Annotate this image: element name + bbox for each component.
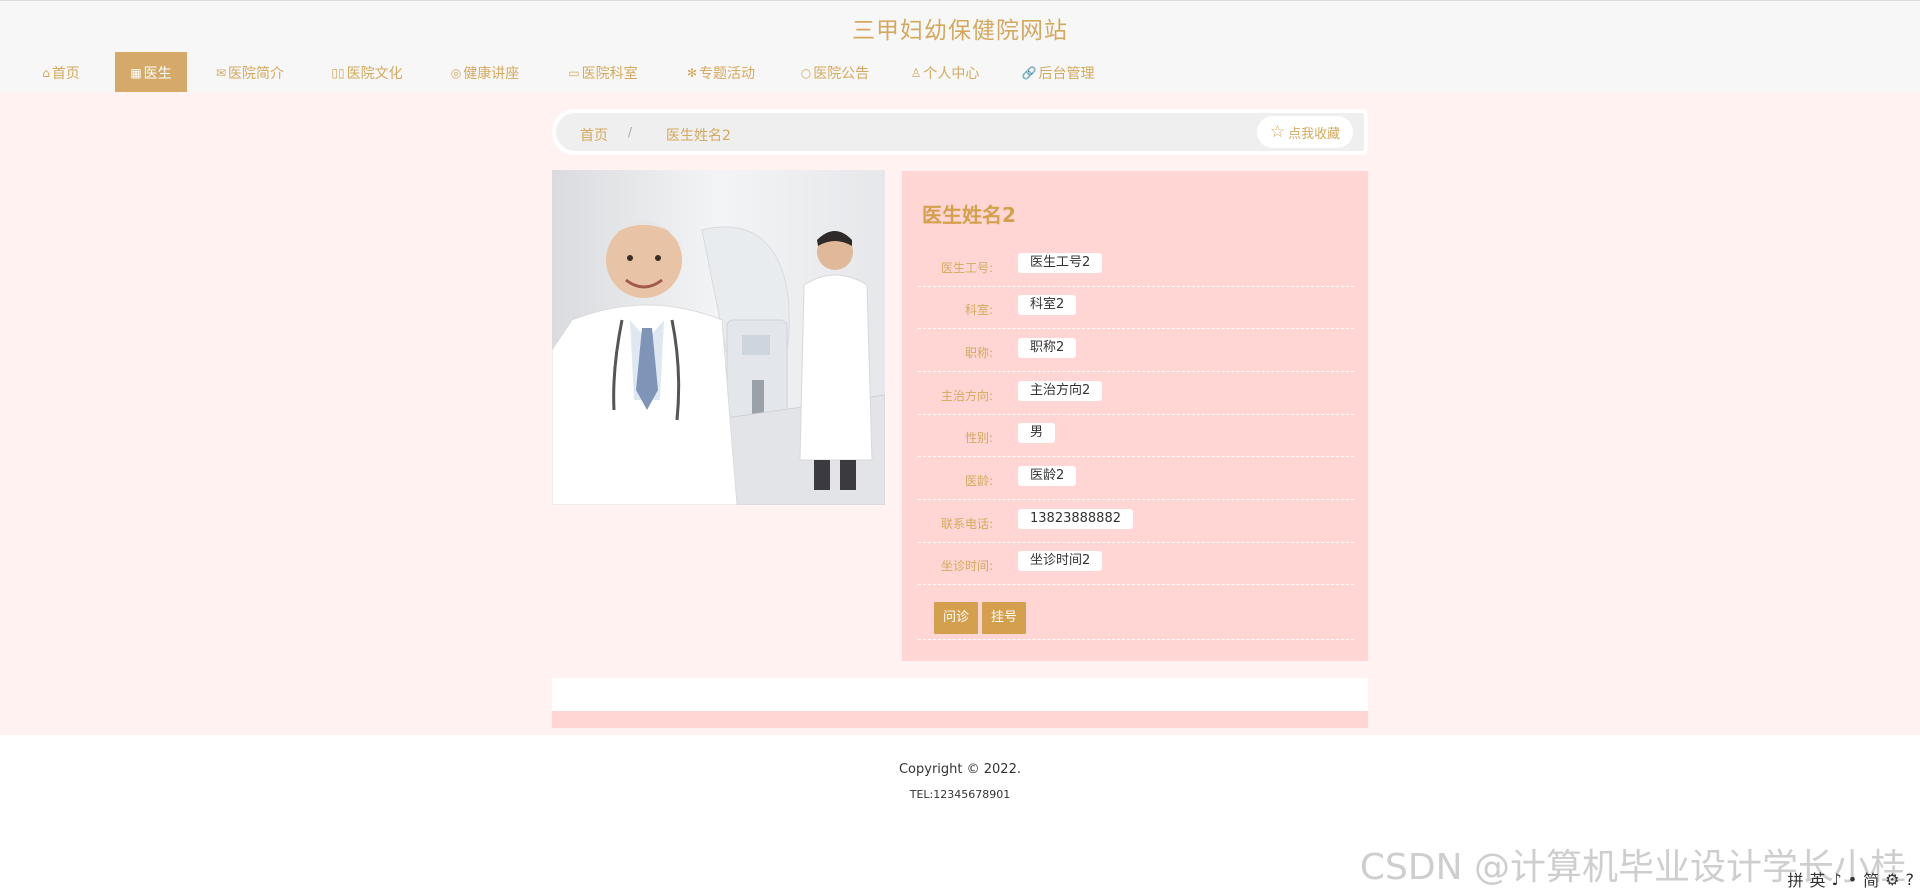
field-value: 医龄2	[1018, 466, 1077, 486]
nav-label: 健康讲座	[463, 66, 520, 82]
nav-label: 个人中心	[923, 66, 980, 82]
field-label: 联系电话:	[940, 517, 993, 531]
main-nav: ⌂ 首页 ▦ 医生 ✉ 医院简介 ▯▯ 医院文化 ◎ 健康讲座 ▭ 医院科室 ✻ 专题活动 ○…	[24, 52, 1103, 94]
footer-tel: TEL:12345678901	[909, 788, 1011, 801]
breadcrumb-current: 医生姓名2	[666, 128, 731, 144]
nav-label: 医院文化	[346, 66, 403, 82]
field-row: 医龄: 医龄2	[918, 458, 1354, 500]
field-row: 性别: 男	[918, 415, 1354, 457]
field-value: 科室2	[1018, 295, 1077, 315]
field-row: 医生工号: 医生工号2	[918, 245, 1354, 287]
nav-label: 专题活动	[699, 66, 756, 82]
mail-icon: ✉	[215, 66, 227, 80]
field-value: 主治方向2	[1018, 381, 1103, 401]
nav-label: 首页	[51, 66, 80, 82]
book-icon: ▯▯	[331, 66, 345, 80]
footer-copyright: Copyright © 2022.	[898, 762, 1021, 777]
ime-english-icon[interactable]: 英	[1809, 867, 1825, 891]
consult-button[interactable]: 问诊	[934, 602, 979, 634]
nav-item-hospital-culture[interactable]: ▯▯ 医院文化	[321, 52, 413, 94]
nav-label: 医生	[143, 66, 172, 82]
nav-item-departments[interactable]: ▭ 医院科室	[557, 52, 649, 94]
field-value: 13823888882	[1018, 509, 1133, 529]
field-row: 联系电话: 13823888882	[918, 501, 1354, 543]
doctor-photo	[552, 170, 885, 505]
nav-item-health-lecture[interactable]: ◎ 健康讲座	[439, 52, 531, 94]
nav-item-announcements[interactable]: ○ 医院公告	[793, 52, 877, 94]
nav-item-personal-center[interactable]: ♙ 个人中心	[903, 52, 987, 94]
nav-item-doctor[interactable]: ▦ 医生	[115, 52, 187, 94]
ime-toolbar: 拼 英 ♪ • 简 ⚙ ?	[1787, 867, 1915, 891]
field-row: 职称: 职称2	[918, 330, 1354, 372]
nav-label: 后台管理	[1038, 66, 1095, 82]
nav-label: 医院公告	[813, 66, 870, 82]
circle-icon: ○	[800, 66, 812, 80]
field-value: 男	[1018, 423, 1056, 443]
nav-label: 医院科室	[581, 66, 638, 82]
doctor-photo-illustration	[552, 170, 885, 505]
nav-item-special-events[interactable]: ✻ 专题活动	[675, 52, 767, 94]
breadcrumb: 首页 / 医生姓名2	[552, 109, 1368, 155]
ime-help-icon[interactable]: ?	[1906, 870, 1915, 889]
field-row: 科室: 科室2	[918, 287, 1354, 329]
home-icon: ⌂	[42, 66, 50, 80]
field-label: 主治方向:	[940, 389, 993, 403]
field-row: 主治方向: 主治方向2	[918, 373, 1354, 415]
site-title: 三甲妇幼保健院网站	[852, 18, 1068, 44]
ime-punctuation-icon[interactable]: •	[1848, 870, 1857, 889]
user-icon: ♙	[910, 66, 922, 80]
field-row: 坐诊时间: 坐诊时间2	[918, 543, 1354, 585]
document-icon: ▭	[568, 66, 580, 80]
field-label: 性别:	[964, 431, 993, 445]
field-label: 科室:	[964, 303, 993, 317]
breadcrumb-separator: /	[628, 125, 633, 139]
globe-icon: ◎	[450, 66, 462, 80]
content-strip	[552, 678, 1368, 711]
divider	[918, 639, 1354, 640]
field-label: 坐诊时间:	[940, 559, 993, 573]
content-strip-accent	[552, 711, 1368, 728]
field-value: 医生工号2	[1018, 253, 1103, 273]
nav-item-home[interactable]: ⌂ 首页	[24, 52, 98, 94]
ime-settings-icon[interactable]: ⚙	[1885, 870, 1899, 889]
favorite-label: 点我收藏	[1288, 126, 1341, 142]
nav-item-hospital-intro[interactable]: ✉ 医院简介	[205, 52, 295, 94]
breadcrumb-home-link[interactable]: 首页	[580, 125, 608, 145]
ime-pinyin-icon[interactable]: 拼	[1787, 867, 1803, 891]
doctor-name-heading: 医生姓名2	[922, 203, 1016, 227]
field-value: 坐诊时间2	[1018, 551, 1103, 571]
register-button[interactable]: 挂号	[982, 602, 1027, 634]
doctor-info-panel: 医生姓名2 医生工号: 医生工号2 科室: 科室2 职称: 职称2 主治方向: …	[902, 171, 1368, 661]
ime-moon-icon[interactable]: ♪	[1831, 870, 1841, 889]
nav-label: 医院简介	[228, 66, 285, 82]
ime-simplified-icon[interactable]: 简	[1863, 867, 1879, 891]
field-label: 医龄:	[964, 474, 993, 488]
snowflake-icon: ✻	[686, 66, 698, 80]
field-label: 医生工号:	[940, 261, 993, 275]
header: 三甲妇幼保健院网站 ⌂ 首页 ▦ 医生 ✉ 医院简介 ▯▯ 医院文化 ◎ 健康讲座 ▭ 医院…	[0, 0, 1920, 94]
favorite-button[interactable]: ☆ 点我收藏	[1257, 116, 1353, 148]
nav-item-admin[interactable]: 🔗 后台管理	[1013, 52, 1103, 94]
star-icon: ☆	[1269, 122, 1286, 142]
doctor-icon: ▦	[130, 66, 142, 80]
field-label: 职称:	[964, 346, 993, 360]
field-value: 职称2	[1018, 338, 1077, 358]
link-icon: 🔗	[1021, 66, 1037, 80]
